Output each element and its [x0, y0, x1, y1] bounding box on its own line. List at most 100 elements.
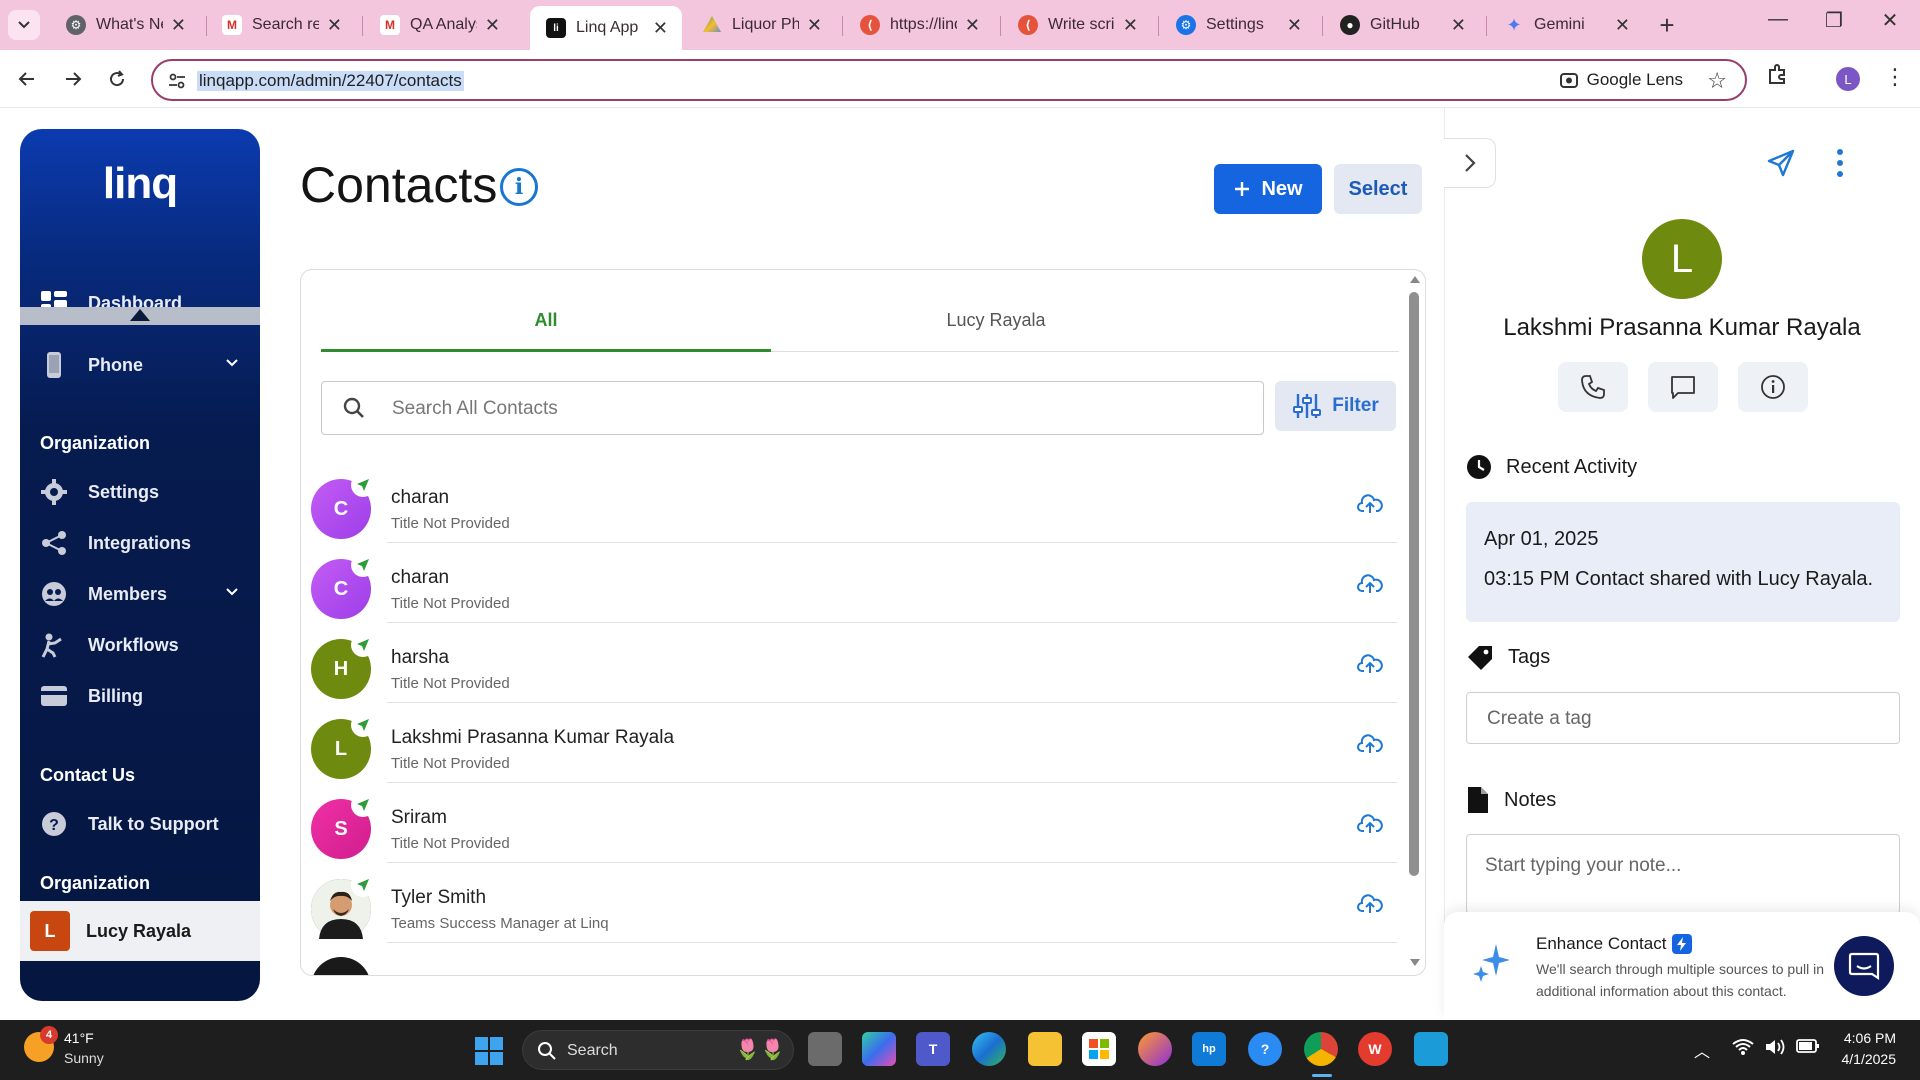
- close-icon[interactable]: ✕: [807, 15, 822, 36]
- browser-tab[interactable]: ⚙ Settings ✕: [1160, 6, 1316, 44]
- back-button[interactable]: [10, 62, 44, 96]
- notepad-icon[interactable]: [1414, 1032, 1448, 1066]
- weather-condition[interactable]: Sunny: [64, 1050, 104, 1066]
- contact-title: Title Not Provided: [391, 515, 510, 532]
- message-button[interactable]: [1648, 362, 1718, 412]
- filter-button[interactable]: Filter: [1275, 381, 1396, 431]
- sidebar-item-integrations[interactable]: Integrations: [20, 521, 260, 565]
- tab-all[interactable]: All: [321, 310, 771, 331]
- scroll-down-icon[interactable]: [1409, 958, 1421, 968]
- wifi-icon[interactable]: [1732, 1038, 1754, 1061]
- teams-icon[interactable]: T: [916, 1032, 950, 1066]
- cloud-upload-icon[interactable]: [1357, 893, 1383, 915]
- contact-row[interactable]: Tyler Smith Teams Success Manager at Lin…: [301, 863, 1401, 943]
- close-icon[interactable]: ✕: [485, 15, 500, 36]
- info-icon[interactable]: i: [500, 168, 538, 206]
- wps-office-icon[interactable]: W: [1358, 1032, 1392, 1066]
- chat-launcher-button[interactable]: [1834, 936, 1894, 996]
- call-button[interactable]: [1558, 362, 1628, 412]
- new-contact-button[interactable]: New: [1214, 164, 1322, 214]
- scroll-up-icon[interactable]: [1409, 274, 1421, 284]
- bookmark-star-icon[interactable]: ☆: [1707, 68, 1727, 94]
- more-options-icon[interactable]: [1836, 148, 1844, 183]
- browser-tab[interactable]: ⟨ Write scrip ✕: [1002, 6, 1152, 44]
- select-button[interactable]: Select: [1334, 164, 1422, 214]
- create-tag-input[interactable]: Create a tag: [1466, 692, 1900, 744]
- contact-row[interactable]: C charan Title Not Provided: [301, 543, 1401, 623]
- cloud-upload-icon[interactable]: [1357, 493, 1383, 515]
- close-icon[interactable]: ✕: [1451, 15, 1466, 36]
- edge-icon[interactable]: [972, 1032, 1006, 1066]
- reload-button[interactable]: [100, 62, 134, 96]
- contact-row[interactable]: C charan Title Not Provided: [301, 463, 1401, 543]
- contact-search-input[interactable]: Search All Contacts: [321, 381, 1264, 435]
- tab-lucy-rayala[interactable]: Lucy Rayala: [771, 310, 1221, 331]
- sidebar-item-billing[interactable]: Billing: [20, 674, 260, 718]
- contact-row[interactable]: S Sriram Title Not Provided: [301, 783, 1401, 863]
- close-icon[interactable]: ✕: [1287, 15, 1302, 36]
- close-icon[interactable]: ✕: [1123, 15, 1138, 36]
- close-icon[interactable]: ✕: [327, 15, 342, 36]
- google-lens-button[interactable]: Google Lens: [1559, 70, 1683, 90]
- weather-temp[interactable]: 41°F: [64, 1030, 94, 1046]
- cloud-upload-icon[interactable]: [1357, 813, 1383, 835]
- url-text[interactable]: linqapp.com/admin/22407/contacts: [197, 71, 464, 91]
- browser-tab[interactable]: ● GitHub ✕: [1324, 6, 1480, 44]
- firefox-icon[interactable]: [1138, 1032, 1172, 1066]
- microsoft-store-icon[interactable]: [1082, 1032, 1116, 1066]
- sidebar-item-support[interactable]: ? Talk to Support: [20, 802, 260, 846]
- restore-button[interactable]: ❐: [1814, 8, 1854, 33]
- cloud-upload-icon[interactable]: [1357, 573, 1383, 595]
- cloud-upload-icon[interactable]: [1357, 733, 1383, 755]
- browser-tab[interactable]: ✦ Gemini ✕: [1488, 6, 1644, 44]
- browser-tab[interactable]: M Search res ✕: [206, 6, 356, 44]
- site-settings-icon[interactable]: [167, 71, 187, 91]
- clock-time[interactable]: 4:06 PM: [1830, 1030, 1896, 1046]
- close-icon[interactable]: ✕: [653, 18, 668, 39]
- address-bar[interactable]: linqapp.com/admin/22407/contacts Google …: [151, 59, 1747, 101]
- sidebar-item-members[interactable]: Members: [20, 572, 260, 616]
- file-explorer-icon[interactable]: [1028, 1032, 1062, 1066]
- scrollbar-thumb[interactable]: [1409, 292, 1419, 876]
- linq-logo[interactable]: linq: [20, 159, 260, 209]
- note-textarea[interactable]: Start typing your note...: [1466, 834, 1900, 914]
- browser-tab-active[interactable]: li Linq App ✕: [530, 6, 682, 50]
- browser-tab[interactable]: ⚙ What's Ne ✕: [50, 6, 200, 44]
- sidebar-item-workflows[interactable]: Workflows: [20, 623, 260, 667]
- windows-start-icon[interactable]: [474, 1036, 504, 1066]
- contact-row[interactable]: L Lakshmi Prasanna Kumar Rayala Title No…: [301, 703, 1401, 783]
- task-view-icon[interactable]: [808, 1032, 842, 1066]
- myhp-icon[interactable]: hp: [1192, 1032, 1226, 1066]
- collapse-panel-button[interactable]: [1444, 138, 1496, 188]
- contact-row-partial[interactable]: [301, 943, 1401, 975]
- browser-tab[interactable]: ⟨ https://linq ✕: [844, 6, 994, 44]
- close-icon[interactable]: ✕: [965, 15, 980, 36]
- close-icon[interactable]: ✕: [1615, 15, 1630, 36]
- tab-search-button[interactable]: [8, 10, 40, 40]
- browser-menu-icon[interactable]: ⋮: [1884, 64, 1906, 90]
- minimize-button[interactable]: —: [1758, 8, 1798, 31]
- clock-date[interactable]: 4/1/2025: [1814, 1051, 1897, 1067]
- forward-button[interactable]: [56, 62, 90, 96]
- tray-overflow-icon[interactable]: ︿: [1694, 1038, 1710, 1062]
- sidebar-collapse-toggle[interactable]: [20, 307, 260, 325]
- volume-icon[interactable]: [1764, 1038, 1786, 1061]
- close-icon[interactable]: ✕: [171, 15, 186, 36]
- organization-switcher[interactable]: L Lucy Rayala: [20, 901, 260, 961]
- sidebar-item-settings[interactable]: Settings: [20, 470, 260, 514]
- browser-tab[interactable]: M QA Analys ✕: [364, 6, 514, 44]
- extensions-icon[interactable]: [1766, 62, 1790, 91]
- taskbar-search[interactable]: Search 🌷🌷: [522, 1030, 794, 1070]
- help-app-icon[interactable]: ?: [1248, 1032, 1282, 1066]
- browser-tab[interactable]: Liquor Pho ✕: [686, 6, 836, 44]
- sidebar-item-phone[interactable]: Phone: [20, 343, 260, 387]
- contact-row[interactable]: H harsha Title Not Provided: [301, 623, 1401, 703]
- copilot-icon[interactable]: [862, 1032, 896, 1066]
- cloud-upload-icon[interactable]: [1357, 653, 1383, 675]
- send-icon[interactable]: [1766, 148, 1796, 183]
- chrome-icon[interactable]: [1304, 1032, 1338, 1066]
- close-window-button[interactable]: ✕: [1870, 8, 1910, 33]
- details-button[interactable]: [1738, 362, 1808, 412]
- new-tab-button[interactable]: +: [1652, 10, 1682, 41]
- profile-avatar[interactable]: L: [1836, 67, 1860, 91]
